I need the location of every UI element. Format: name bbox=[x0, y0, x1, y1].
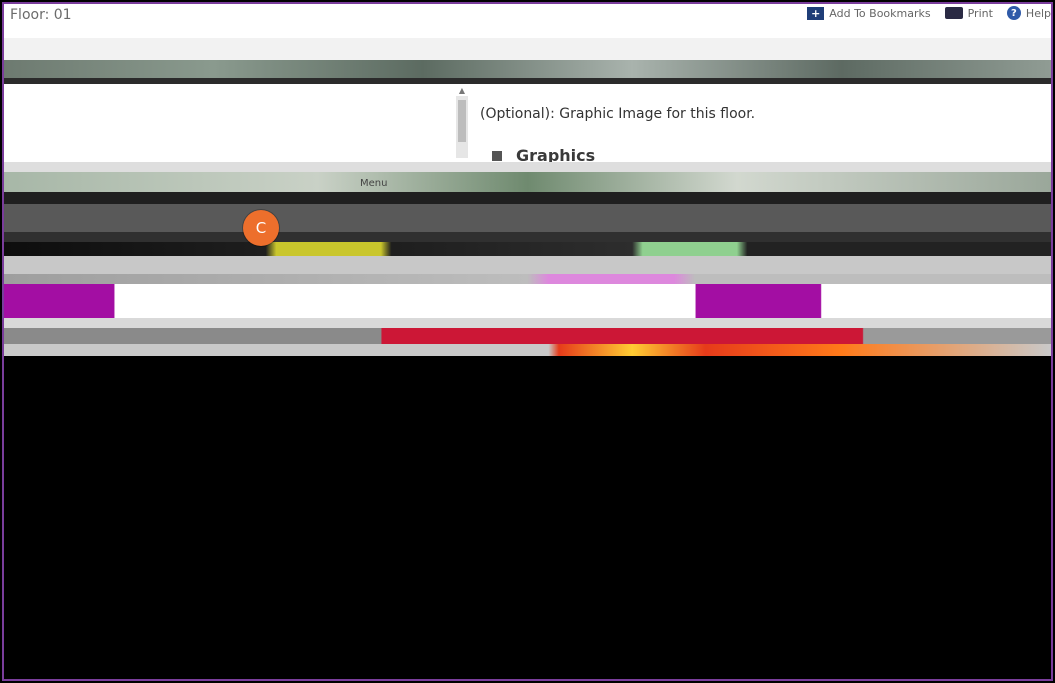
title-bar: Floor: 01 + Add To Bookmarks Print ? Hel… bbox=[4, 4, 1051, 38]
toolbar-actions: + Add To Bookmarks Print ? Help bbox=[807, 6, 1051, 20]
optional-graphic-hint: (Optional): Graphic Image for this floor… bbox=[480, 106, 756, 122]
panel-bottom-strip bbox=[4, 162, 1051, 172]
glitch-strip-8 bbox=[4, 232, 1051, 242]
tab-strip-glitch bbox=[4, 60, 1051, 78]
collapse-icon[interactable] bbox=[492, 150, 502, 161]
glitch-strip-7 bbox=[4, 204, 1051, 232]
scroll-up-icon[interactable]: ▲ bbox=[456, 86, 468, 96]
app-window: Floor: 01 + Add To Bookmarks Print ? Hel… bbox=[2, 2, 1053, 681]
add-to-bookmarks-label: Add To Bookmarks bbox=[829, 6, 931, 20]
bookmark-add-icon: + bbox=[807, 6, 825, 20]
floor-plan-band-magenta bbox=[4, 284, 1051, 318]
glitch-strip-6 bbox=[4, 192, 1051, 204]
floor-plan-band-orange bbox=[4, 344, 1051, 356]
step-marker-c: C bbox=[243, 210, 279, 246]
glitch-strip-9 bbox=[4, 242, 1051, 256]
menu-button[interactable]: Menu bbox=[360, 178, 387, 189]
glitch-strip-10 bbox=[4, 256, 1051, 274]
print-button[interactable]: Print bbox=[944, 6, 993, 20]
panel-scrollbar[interactable] bbox=[456, 96, 468, 158]
floor-plan-band-red bbox=[4, 328, 1051, 344]
glitch-strip-13 bbox=[4, 318, 1051, 328]
print-label: Print bbox=[967, 6, 993, 20]
printer-icon bbox=[944, 7, 963, 19]
glitch-strip-11 bbox=[4, 274, 1051, 284]
add-to-bookmarks-button[interactable]: + Add To Bookmarks bbox=[807, 6, 931, 20]
help-icon: ? bbox=[1006, 6, 1021, 20]
help-label: Help bbox=[1025, 6, 1051, 20]
properties-panel: ▲ (Optional): Graphic Image for this flo… bbox=[4, 84, 1051, 165]
help-button[interactable]: ? Help bbox=[1006, 6, 1051, 20]
page-title: Floor: 01 bbox=[10, 7, 72, 23]
map-toolbar-strip bbox=[4, 172, 1051, 192]
scrollbar-thumb[interactable] bbox=[458, 100, 466, 142]
toolbar-strip bbox=[4, 38, 1051, 60]
